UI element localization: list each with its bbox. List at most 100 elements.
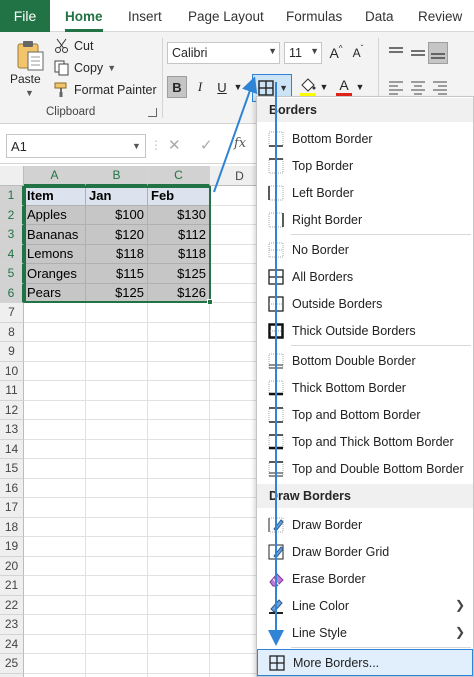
cut-button[interactable]: Cut — [54, 36, 93, 56]
row-header-10[interactable]: 10 — [0, 361, 24, 381]
row-header-20[interactable]: 20 — [0, 556, 24, 576]
enter-icon[interactable]: ✓ — [200, 136, 213, 154]
format-painter-button[interactable]: Format Painter — [54, 80, 157, 100]
row-header-3[interactable]: 3 — [0, 225, 24, 245]
row-header-2[interactable]: 2 — [0, 205, 24, 225]
cell-b15[interactable] — [86, 459, 148, 479]
tab-file[interactable]: File — [0, 0, 50, 32]
cell-a12[interactable] — [24, 400, 86, 420]
cell-a14[interactable] — [24, 439, 86, 459]
menu-item-top-and-double-bottom-border[interactable]: Top and Double Bottom Border — [257, 455, 473, 482]
tab-review[interactable]: Review — [418, 0, 462, 32]
middle-align-button[interactable] — [408, 42, 428, 64]
cell-a4[interactable]: Lemons — [24, 244, 86, 264]
select-all-corner[interactable] — [0, 166, 24, 186]
cell-b22[interactable] — [86, 595, 148, 615]
tab-home[interactable]: Home — [65, 0, 103, 32]
cell-a19[interactable] — [24, 537, 86, 557]
row-header-15[interactable]: 15 — [0, 459, 24, 479]
tab-insert[interactable]: Insert — [128, 0, 162, 32]
bottom-align-button[interactable] — [428, 42, 448, 64]
increase-font-size-button[interactable]: A ^ — [326, 42, 346, 64]
menu-item-thick-bottom-border[interactable]: Thick Bottom Border — [257, 374, 473, 401]
menu-item-top-and-bottom-border[interactable]: Top and Bottom Border — [257, 401, 473, 428]
cell-a26[interactable] — [24, 673, 86, 677]
cell-c4[interactable]: $118 — [148, 244, 210, 264]
menu-item-left-border[interactable]: Left Border — [257, 179, 473, 206]
cell-c6[interactable]: $126 — [148, 283, 210, 303]
column-header-c[interactable]: C — [148, 166, 210, 186]
cell-c10[interactable] — [148, 361, 210, 381]
font-size-select[interactable]: 11 ▼ — [284, 42, 322, 64]
cell-b3[interactable]: $120 — [86, 225, 148, 245]
cell-a5[interactable]: Oranges — [24, 264, 86, 284]
font-color-button[interactable]: A — [334, 76, 354, 98]
cell-a18[interactable] — [24, 517, 86, 537]
insert-function-button[interactable]: fx — [234, 136, 246, 151]
row-header-19[interactable]: 19 — [0, 537, 24, 557]
menu-item-draw-border-grid[interactable]: Draw Border Grid — [257, 538, 473, 565]
italic-button[interactable]: I — [190, 76, 210, 98]
cell-c25[interactable] — [148, 654, 210, 674]
cell-c13[interactable] — [148, 420, 210, 440]
cell-a2[interactable]: Apples — [24, 205, 86, 225]
bold-button[interactable]: B — [167, 76, 187, 98]
cell-a23[interactable] — [24, 615, 86, 635]
cell-c1[interactable]: Feb — [148, 186, 210, 206]
fill-color-dropdown-icon[interactable]: ▼ — [318, 76, 330, 98]
menu-item-erase-border[interactable]: Erase Border — [257, 565, 473, 592]
cell-c16[interactable] — [148, 478, 210, 498]
cell-b25[interactable] — [86, 654, 148, 674]
cell-b12[interactable] — [86, 400, 148, 420]
cell-a8[interactable] — [24, 322, 86, 342]
cell-b1[interactable]: Jan — [86, 186, 148, 206]
menu-item-more-borders[interactable]: More Borders... — [257, 649, 473, 676]
cell-a20[interactable] — [24, 556, 86, 576]
tab-formulas[interactable]: Formulas — [286, 0, 342, 32]
align-right-button[interactable] — [430, 76, 450, 98]
cell-c15[interactable] — [148, 459, 210, 479]
cell-a1[interactable]: Item — [24, 186, 86, 206]
cell-b2[interactable]: $100 — [86, 205, 148, 225]
row-header-23[interactable]: 23 — [0, 615, 24, 635]
cancel-icon[interactable]: ✕ — [168, 136, 181, 154]
cell-b23[interactable] — [86, 615, 148, 635]
name-box[interactable]: A1 — [6, 134, 146, 158]
menu-item-thick-outside-borders[interactable]: Thick Outside Borders — [257, 317, 473, 344]
cell-c19[interactable] — [148, 537, 210, 557]
cell-b16[interactable] — [86, 478, 148, 498]
cell-b13[interactable] — [86, 420, 148, 440]
cell-c23[interactable] — [148, 615, 210, 635]
cell-b10[interactable] — [86, 361, 148, 381]
cell-a22[interactable] — [24, 595, 86, 615]
cell-c3[interactable]: $112 — [148, 225, 210, 245]
cell-c22[interactable] — [148, 595, 210, 615]
fill-handle[interactable] — [207, 299, 213, 305]
tab-data[interactable]: Data — [365, 0, 394, 32]
menu-item-draw-border[interactable]: Draw Border — [257, 511, 473, 538]
row-header-8[interactable]: 8 — [0, 322, 24, 342]
cell-b9[interactable] — [86, 342, 148, 362]
row-header-4[interactable]: 4 — [0, 244, 24, 264]
menu-item-bottom-double-border[interactable]: Bottom Double Border — [257, 347, 473, 374]
row-header-6[interactable]: 6 — [0, 283, 24, 303]
cell-a3[interactable]: Bananas — [24, 225, 86, 245]
cell-b19[interactable] — [86, 537, 148, 557]
row-header-18[interactable]: 18 — [0, 517, 24, 537]
menu-item-outside-borders[interactable]: Outside Borders — [257, 290, 473, 317]
cell-a15[interactable] — [24, 459, 86, 479]
row-header-1[interactable]: 1 — [0, 186, 24, 206]
clipboard-launcher-icon[interactable] — [148, 108, 157, 117]
cell-c14[interactable] — [148, 439, 210, 459]
cell-a25[interactable] — [24, 654, 86, 674]
cell-c7[interactable] — [148, 303, 210, 323]
copy-button[interactable]: Copy ▼ — [54, 58, 116, 78]
row-header-26[interactable]: 26 — [0, 673, 24, 677]
cell-c8[interactable] — [148, 322, 210, 342]
cell-b17[interactable] — [86, 498, 148, 518]
cell-a6[interactable]: Pears — [24, 283, 86, 303]
underline-button[interactable]: U — [212, 76, 232, 98]
cell-c9[interactable] — [148, 342, 210, 362]
row-header-9[interactable]: 9 — [0, 342, 24, 362]
cell-b4[interactable]: $118 — [86, 244, 148, 264]
